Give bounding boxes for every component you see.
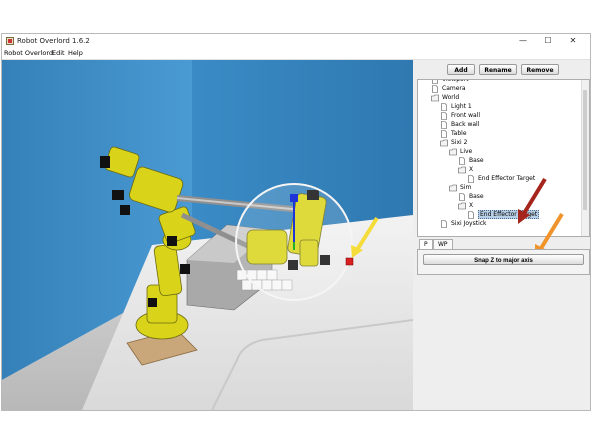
file-icon [459, 156, 465, 165]
tree-item[interactable]: Sim [449, 183, 471, 192]
tree-item[interactable]: Back wall [440, 120, 479, 129]
file-icon [432, 80, 438, 84]
viewport-scene [2, 60, 413, 410]
tree-item-label: X [469, 202, 474, 209]
file-icon [468, 174, 474, 183]
remove-button[interactable]: Remove [521, 64, 559, 75]
tree-item[interactable]: Front wall [440, 111, 480, 120]
tree-item[interactable]: Sixi 2 [440, 138, 467, 147]
tree-item-label: Sim [460, 184, 472, 191]
tree-item[interactable]: Base [458, 156, 484, 165]
menu-robot-overlord[interactable]: Robot Overlord [4, 49, 53, 57]
tree-item-label: Sixi Joystick [451, 220, 487, 227]
tree-item-label: Live [460, 148, 473, 155]
tree-item[interactable]: Base [458, 192, 484, 201]
file-icon [441, 102, 447, 111]
tree-item[interactable]: Table [440, 129, 467, 138]
title-bar: Robot Overlord 1.6.2 — ☐ ✕ [2, 34, 590, 48]
tree-item-label: Light 1 [451, 103, 472, 110]
3d-viewport[interactable] [2, 60, 413, 410]
menu-bar: Robot Overlord Edit Help [2, 48, 590, 60]
scene-panel: Add Rename Remove Viewport Camera World Lig… [415, 60, 590, 410]
file-icon [432, 84, 438, 93]
folder-icon [458, 202, 466, 209]
tab-content: Snap Z to major axis [417, 249, 590, 275]
end-effector-target-handle[interactable] [345, 257, 354, 266]
app-window: Robot Overlord 1.6.2 — ☐ ✕ Robot Overlor… [1, 33, 591, 411]
close-button[interactable]: ✕ [562, 35, 584, 47]
tree-item-label: Base [469, 193, 484, 200]
file-icon [441, 120, 447, 129]
tree-item[interactable]: Light 1 [440, 102, 472, 111]
maximize-button[interactable]: ☐ [537, 35, 559, 47]
window-title: Robot Overlord 1.6.2 [17, 37, 90, 45]
folder-icon [449, 148, 457, 155]
tree-item[interactable]: X [458, 201, 473, 210]
tree-item[interactable]: Camera [431, 84, 466, 93]
java-app-icon [6, 37, 14, 45]
tree-item[interactable]: Live [449, 147, 472, 156]
folder-icon [458, 166, 466, 173]
file-icon [468, 210, 474, 219]
menu-help[interactable]: Help [68, 49, 83, 57]
snap-z-button[interactable]: Snap Z to major axis [423, 254, 584, 265]
tree-item-label: Camera [442, 85, 466, 92]
tree-item[interactable]: Sixi Joystick [440, 219, 487, 228]
minimize-button[interactable]: — [512, 35, 534, 47]
file-icon [441, 111, 447, 120]
tree-item[interactable]: World [431, 93, 459, 102]
tree-item-label: Table [451, 130, 467, 137]
folder-icon [440, 139, 448, 146]
rename-button[interactable]: Rename [479, 64, 517, 75]
tree-item-label: Viewport [442, 79, 469, 83]
tree-scrollbar[interactable] [581, 80, 589, 236]
folder-icon [449, 184, 457, 191]
tree-scroll-thumb[interactable] [583, 90, 587, 210]
file-icon [441, 219, 447, 228]
tree-item-label: X [469, 166, 474, 173]
file-icon [459, 192, 465, 201]
tree-item-label: Sixi 2 [451, 139, 468, 146]
tree-item-label: Front wall [451, 112, 481, 119]
tree-item-label: Base [469, 157, 484, 164]
tree-item[interactable]: X [458, 165, 473, 174]
tree-item-label: Back wall [451, 121, 480, 128]
menu-edit[interactable]: Edit [52, 49, 65, 57]
file-icon [441, 129, 447, 138]
folder-icon [431, 94, 439, 101]
add-button[interactable]: Add [447, 64, 475, 75]
tree-item-label: World [442, 94, 460, 101]
